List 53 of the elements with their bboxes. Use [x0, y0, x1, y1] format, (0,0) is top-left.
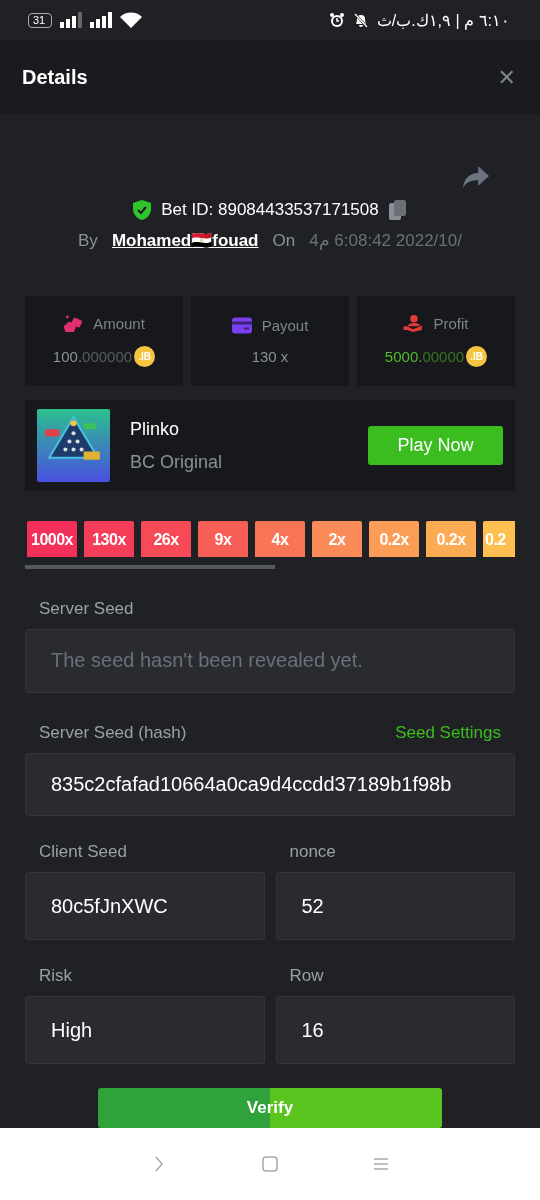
input-field[interactable]: 16: [275, 996, 515, 1064]
server-seed-field[interactable]: The seed hasn't been revealed yet.: [25, 629, 515, 693]
input-field[interactable]: 52: [275, 872, 515, 940]
input-field[interactable]: High: [25, 996, 265, 1064]
game-provider: BC Original: [130, 451, 224, 473]
field-label: Server Seed (hash): [39, 722, 187, 743]
bet-date: 4م 6:08:42 2022/10/: [309, 230, 462, 251]
stat-value: 130 x: [251, 348, 289, 365]
user-link[interactable]: Mohamed🇪🇬fouad: [111, 230, 259, 251]
field-label: Risk: [39, 966, 73, 986]
window-title: Details: [22, 65, 88, 89]
battery-icon: 31: [28, 12, 53, 28]
hand-user-icon: [403, 315, 424, 332]
field-label: Server Seed: [39, 599, 134, 620]
multiplier-tile: 0.2x: [369, 521, 419, 557]
signal-icon: [60, 12, 83, 28]
bell-off-icon: [352, 12, 369, 28]
coin-icon: .IB: [134, 346, 156, 367]
wallet-icon: [231, 317, 252, 334]
multiplier-tile: 1000x: [27, 521, 77, 557]
close-button[interactable]: ✕: [497, 64, 516, 90]
wifi-icon: [120, 12, 143, 28]
multiplier-tile: 0.2: [483, 521, 515, 557]
bet-id: Bet ID: 89084433537171508: [161, 200, 379, 220]
stat-value: 100.000000: [52, 348, 133, 365]
stat-label: Payout: [261, 317, 309, 334]
seed-settings-link[interactable]: Seed Settings: [395, 722, 501, 743]
stat-value: 5000.00000: [384, 348, 465, 365]
home-icon[interactable]: [262, 1156, 278, 1172]
alarm-icon: [328, 12, 345, 28]
stat-label: Amount: [93, 315, 145, 332]
multiplier-tile: 0.2x: [426, 521, 476, 557]
server-seed-hash-field[interactable]: 835c2cfafad10664a0ca9d4ccdd37189b1f98b: [25, 752, 515, 816]
copy-icon[interactable]: [388, 200, 407, 220]
multiplier-tile: 26x: [141, 521, 191, 557]
share-icon[interactable]: [463, 166, 489, 188]
coin-icon: .IB: [466, 346, 488, 367]
input-field[interactable]: 80c5fJnXWC: [25, 872, 265, 940]
by-label: By: [78, 230, 98, 251]
field-label: Client Seed: [39, 842, 127, 862]
multiplier-tile: 130x: [84, 521, 134, 557]
stat-label: Profit: [433, 315, 469, 332]
game-name: Plinko: [130, 418, 181, 440]
multiplier-tile: 9x: [198, 521, 248, 557]
multiplier-tile: 4x: [255, 521, 305, 557]
shield-check-icon: [133, 200, 152, 220]
multiplier-tile: 2x: [312, 521, 362, 557]
field-label: Row: [289, 966, 324, 986]
on-label: On: [272, 230, 296, 251]
menu-icon[interactable]: [373, 1156, 389, 1172]
status-time: ٦:١٠ م | ١,٩ك.ب/ث: [376, 10, 510, 30]
field-label: nonce: [289, 842, 336, 862]
signal-icon: [90, 12, 113, 28]
